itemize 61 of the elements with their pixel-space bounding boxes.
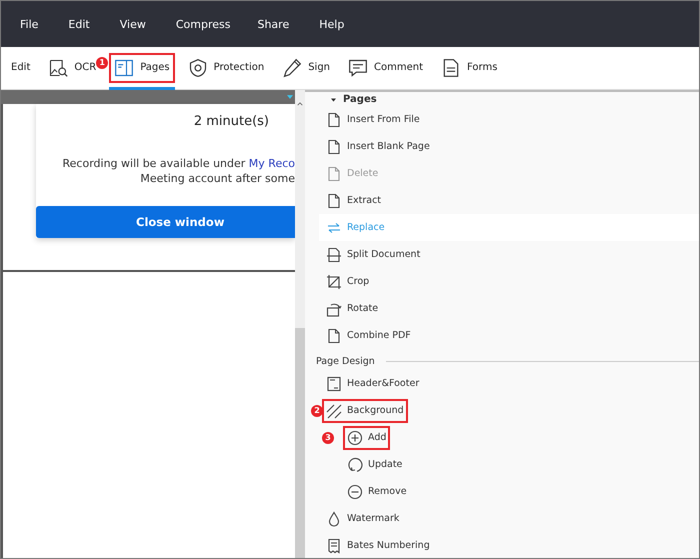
close-window-button[interactable]: Close window [36,206,295,238]
panel-item[interactable]: Watermark [322,506,404,530]
menu-item[interactable]: Help [319,18,344,30]
window-icon [114,58,134,78]
minus-circle-icon [347,484,363,500]
page-icon [326,112,342,128]
toolbar-tab[interactable]: Comment [343,46,428,90]
menu-item[interactable]: View [120,18,146,30]
pen-icon [282,58,302,78]
menu-item[interactable]: File [20,18,38,30]
page-icon [326,376,342,392]
panel-item[interactable]: Extract [322,188,386,212]
page-icon [326,138,342,154]
link[interactable]: My Reco [248,157,295,170]
panel-item[interactable]: Combine PDF [322,324,415,348]
panel-item[interactable]: Add [343,426,390,450]
duration-text: 2 minute(s) [194,114,269,129]
panel-item[interactable]: Split Document [322,242,424,266]
hatch-icon [326,402,342,418]
panel-item[interactable]: Crop [322,270,374,294]
toolbar-tab[interactable]: Sign [277,46,336,90]
rotate-icon [326,300,342,316]
panel-item[interactable]: Update [343,452,406,476]
shield-icon [188,58,208,78]
scroll-up-icon[interactable] [297,102,303,106]
panel-item[interactable]: Insert From File [322,108,424,132]
section-title: Pages [343,94,377,105]
page-icon [326,538,342,554]
page-icon [326,328,342,344]
message-text: Recording will be available under My Reco [62,156,295,171]
toolbar-tab[interactable]: Protection [182,46,270,90]
refresh-icon [347,456,363,472]
page-icon [326,166,342,182]
panel-item[interactable]: Rotate [322,296,382,320]
menu-item[interactable]: Edit [68,18,90,30]
crop-icon [326,274,342,290]
toolbar-tab[interactable]: Forms [436,46,502,90]
step-badge: 2 [311,404,323,416]
panel-item[interactable]: Background [322,398,408,422]
page-icon [326,246,342,262]
scroll-thumb[interactable] [295,328,305,558]
toolbar-tab[interactable]: Edit [6,46,36,90]
scrollbar[interactable] [295,90,305,558]
page-icon [326,192,342,208]
menu-item[interactable]: Compress [176,18,230,30]
section-title: Page Design [316,356,375,367]
panel-item[interactable]: Insert Blank Page [322,134,434,158]
image-search-icon [48,58,68,78]
drop-icon [326,510,342,526]
panel-item[interactable]: Bates Numbering [322,534,434,558]
caret-icon [287,95,293,99]
add-icon [347,430,363,446]
comment-icon [348,58,368,78]
document-icon [441,58,462,78]
panel-item[interactable]: Remove [343,480,411,504]
panel-item[interactable]: Header&Footer [322,372,424,396]
step-badge: 1 [96,56,108,68]
menu-item[interactable]: Share [257,18,290,30]
expand-icon[interactable] [331,98,336,102]
step-badge: 3 [322,432,334,444]
message-text: Meeting account after some [140,171,295,186]
